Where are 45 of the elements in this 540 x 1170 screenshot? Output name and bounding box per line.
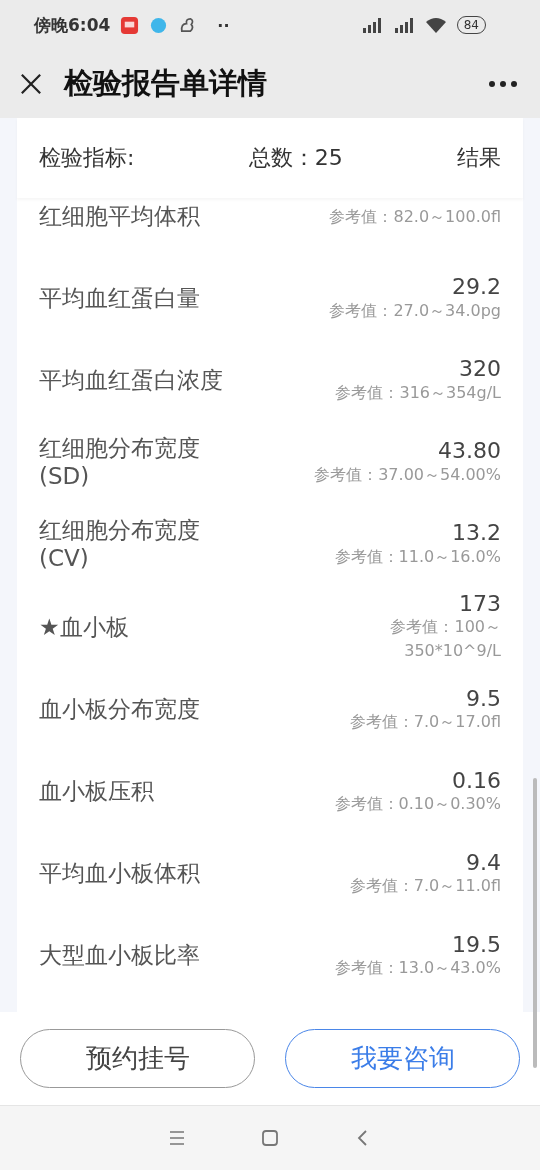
reference-range: 参考值：27.0～34.0pg xyxy=(329,299,501,322)
indicator-name: 平均血红蛋白浓度 xyxy=(39,367,224,395)
reference-range: 参考值：82.0～100.0fl xyxy=(329,206,501,228)
close-icon[interactable] xyxy=(20,73,42,95)
reference-range: 参考值：11.0～16.0% xyxy=(334,545,501,568)
indicator-name: 红细胞分布宽度(SD) xyxy=(39,435,201,491)
appointment-button[interactable]: 预约挂号 xyxy=(20,1029,255,1088)
page-title: 检验报告单详情 xyxy=(64,65,268,102)
status-time: 傍晚6:04 xyxy=(34,13,111,37)
result-value: 9.5 xyxy=(466,686,501,710)
indicator-name: 红细胞分布宽度(CV) xyxy=(39,517,201,573)
result-value: 173 xyxy=(459,592,501,616)
indicator-label: 检验指标: xyxy=(39,144,135,172)
result-value: 320 xyxy=(459,357,501,381)
indicator-name: 血小板压积 xyxy=(39,778,155,806)
result-value: 29.2 xyxy=(452,275,501,299)
more-icon[interactable] xyxy=(488,80,518,88)
app-icon xyxy=(149,15,169,35)
home-icon[interactable] xyxy=(260,1128,280,1148)
result-value: 9.4 xyxy=(466,850,501,874)
result-value: 0.16 xyxy=(452,768,501,792)
indicator-name: ★血小板 xyxy=(39,613,130,642)
indicator-name: 平均血小板体积 xyxy=(39,860,201,888)
reference-range: 参考值：0.10～0.30% xyxy=(334,792,501,815)
consult-button[interactable]: 我要咨询 xyxy=(285,1029,520,1088)
reference-range: 参考值：7.0～17.0fl xyxy=(349,710,501,733)
indicator-name: 大型血小板比率 xyxy=(39,942,201,970)
reference-range: 参考值：13.0～43.0% xyxy=(334,956,501,979)
signal-icon xyxy=(360,17,383,33)
signal-icon xyxy=(392,17,415,33)
reference-range: 参考值：7.0～11.0fl xyxy=(349,874,501,897)
result-value: 19.5 xyxy=(452,932,501,956)
indicator-name: 平均血红蛋白量 xyxy=(39,285,201,313)
indicator-name: 红细胞平均体积 xyxy=(39,203,201,231)
result-value: 13.2 xyxy=(452,521,501,545)
total-count: 总数：25 xyxy=(248,144,343,172)
app-icon xyxy=(120,15,140,35)
reference-range: 参考值：37.00～54.00% xyxy=(314,463,501,486)
status-more: ·· xyxy=(217,15,230,35)
indicator-name: 血小板分布宽度 xyxy=(39,696,201,724)
wifi-icon xyxy=(424,17,447,33)
reference-range: 参考值：100～350*10^9/L xyxy=(389,616,501,663)
reference-range: 参考值：316～354g/L xyxy=(335,381,501,404)
result-label: 结果 xyxy=(457,144,501,172)
result-value: 43.80 xyxy=(438,439,501,463)
